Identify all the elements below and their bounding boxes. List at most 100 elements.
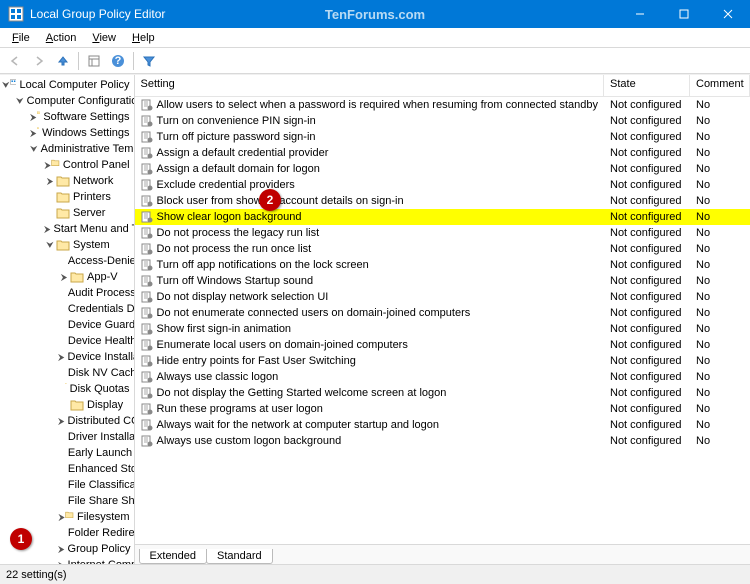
expand-toggle[interactable]: ⮞ <box>58 352 65 363</box>
collapse-toggle[interactable]: ⮟ <box>44 240 56 251</box>
tree-node-label: Filesystem <box>77 511 130 523</box>
tree-node[interactable]: ⮞App-V <box>58 269 134 285</box>
minimize-button[interactable] <box>618 0 662 28</box>
expand-toggle[interactable]: ⮞ <box>58 272 70 283</box>
setting-row[interactable]: Turn off app notifications on the lock s… <box>135 257 750 273</box>
setting-state: Not configured <box>604 243 690 255</box>
tree-node[interactable]: ▷Credentials Delegation <box>58 301 134 317</box>
setting-row[interactable]: Do not display the Getting Started welco… <box>135 385 750 401</box>
tree-node-label: Control Panel <box>63 159 130 171</box>
up-button[interactable] <box>52 50 74 72</box>
tab-extended[interactable]: Extended <box>139 549 207 564</box>
tree-node-label: Group Policy <box>68 543 131 555</box>
expand-toggle[interactable]: ⮞ <box>58 544 65 555</box>
expand-toggle[interactable]: ⮞ <box>58 560 65 565</box>
setting-row[interactable]: Always wait for the network at computer … <box>135 417 750 433</box>
setting-row[interactable]: Do not process the run once listNot conf… <box>135 241 750 257</box>
tree-node[interactable]: ⮟System <box>44 237 134 253</box>
tree-pane[interactable]: ⮟Local Computer Policy⮟Computer Configur… <box>0 75 135 564</box>
tree-node-label: Credentials Delegation <box>68 303 135 315</box>
tree-node[interactable]: ▷File Classification Infrastructure <box>58 477 134 493</box>
tree-node[interactable]: ▷Driver Installation <box>58 429 134 445</box>
setting-name: Do not process the legacy run list <box>157 227 320 239</box>
tree-node[interactable]: ⮞Software Settings <box>30 109 134 125</box>
tree-node[interactable]: ▷Disk Quotas <box>58 381 134 397</box>
back-button[interactable] <box>4 50 26 72</box>
tree-node[interactable]: ⮞ Control Panel <box>44 157 134 173</box>
show-hide-tree-button[interactable] <box>83 50 105 72</box>
tree-node[interactable]: ⮞Distributed COM <box>58 413 134 429</box>
setting-name: Always use custom logon background <box>157 435 342 447</box>
expand-toggle[interactable]: ⮞ <box>44 160 51 171</box>
setting-row[interactable]: Do not enumerate connected users on doma… <box>135 305 750 321</box>
tree-node[interactable]: ⮞Device Installation <box>58 349 134 365</box>
svg-text:?: ? <box>115 55 122 67</box>
maximize-button[interactable] <box>662 0 706 28</box>
setting-row[interactable]: Show first sign-in animationNot configur… <box>135 321 750 337</box>
setting-row[interactable]: Assign a default domain for logonNot con… <box>135 161 750 177</box>
expand-toggle[interactable]: ⮞ <box>44 224 51 235</box>
tree-node[interactable]: ⮞Internet Communication Management <box>58 557 134 564</box>
tree-node[interactable]: ▷Access-Denied Assistance <box>58 253 134 269</box>
tree-node[interactable]: ▷Enhanced Storage Access <box>58 461 134 477</box>
menu-view[interactable]: View <box>84 30 124 46</box>
list-body[interactable]: Allow users to select when a password is… <box>135 97 750 544</box>
collapse-toggle[interactable]: ⮟ <box>16 96 24 107</box>
tree-node[interactable]: ⮞Start Menu and Taskbar <box>44 221 134 237</box>
expand-toggle[interactable]: ⮞ <box>58 416 65 427</box>
tree-node[interactable]: ▷Device Health Attestation Service <box>58 333 134 349</box>
policy-icon <box>141 275 153 287</box>
setting-row[interactable]: Show clear logon backgroundNot configure… <box>135 209 750 225</box>
tree-node[interactable]: ▷File Share Shadow Copy Provider <box>58 493 134 509</box>
tree-node[interactable]: ▷Device Guard <box>58 317 134 333</box>
column-comment[interactable]: Comment <box>690 75 750 96</box>
setting-row[interactable]: Run these programs at user logonNot conf… <box>135 401 750 417</box>
setting-row[interactable]: Allow users to select when a password is… <box>135 97 750 113</box>
tree-node[interactable]: ▷Disk NV Cache <box>58 365 134 381</box>
tree-node[interactable]: ▷Printers <box>44 189 134 205</box>
tree-node[interactable]: ▷Early Launch Antimalware <box>58 445 134 461</box>
tree-node-label: Administrative Templates <box>41 143 135 155</box>
tree-node[interactable]: ▷Audit Process Creation <box>58 285 134 301</box>
setting-row[interactable]: Always use custom logon backgroundNot co… <box>135 433 750 449</box>
setting-comment: No <box>690 275 750 287</box>
setting-row[interactable]: Hide entry points for Fast User Switchin… <box>135 353 750 369</box>
tree-node[interactable]: ⮞Windows Settings <box>30 125 134 141</box>
tree-node[interactable]: ⮟Computer Configuration <box>16 93 134 109</box>
tree-node[interactable]: ⮞Network <box>44 173 134 189</box>
setting-comment: No <box>690 419 750 431</box>
tree-node[interactable]: ⮟Local Computer Policy <box>2 77 134 93</box>
menu-help[interactable]: Help <box>124 30 163 46</box>
close-button[interactable] <box>706 0 750 28</box>
forward-button[interactable] <box>28 50 50 72</box>
menu-file[interactable]: File <box>4 30 38 46</box>
setting-row[interactable]: Exclude credential providersNot configur… <box>135 177 750 193</box>
setting-comment: No <box>690 243 750 255</box>
policy-icon <box>141 435 153 447</box>
setting-row[interactable]: Turn on convenience PIN sign-inNot confi… <box>135 113 750 129</box>
setting-row[interactable]: Enumerate local users on domain-joined c… <box>135 337 750 353</box>
setting-row[interactable]: Assign a default credential providerNot … <box>135 145 750 161</box>
setting-row[interactable]: Turn off Windows Startup soundNot config… <box>135 273 750 289</box>
tree-node[interactable]: ▷Display <box>58 397 134 413</box>
column-setting[interactable]: Setting <box>135 75 604 96</box>
expand-toggle[interactable]: ⮞ <box>44 176 56 187</box>
tree-node[interactable]: ⮞Group Policy <box>58 541 134 557</box>
setting-row[interactable]: Do not process the legacy run listNot co… <box>135 225 750 241</box>
help-toolbar-button[interactable]: ? <box>107 50 129 72</box>
setting-row[interactable]: Always use classic logonNot configuredNo <box>135 369 750 385</box>
setting-row[interactable]: Do not display network selection UINot c… <box>135 289 750 305</box>
menu-action[interactable]: Action <box>38 30 85 46</box>
collapse-toggle[interactable]: ⮟ <box>30 144 38 155</box>
column-state[interactable]: State <box>604 75 690 96</box>
tree-node[interactable]: ⮟Administrative Templates <box>30 141 134 157</box>
setting-row[interactable]: Block user from showing account details … <box>135 193 750 209</box>
tree-node[interactable]: ⮞ Filesystem <box>58 509 134 525</box>
expand-toggle[interactable]: ⮞ <box>58 512 65 523</box>
setting-row[interactable]: Turn off picture password sign-inNot con… <box>135 129 750 145</box>
tree-node[interactable]: ▷Server <box>44 205 134 221</box>
tab-standard[interactable]: Standard <box>206 549 273 564</box>
filter-button[interactable] <box>138 50 160 72</box>
tree-node[interactable]: ▷Folder Redirection <box>58 525 134 541</box>
collapse-toggle[interactable]: ⮟ <box>2 80 10 91</box>
